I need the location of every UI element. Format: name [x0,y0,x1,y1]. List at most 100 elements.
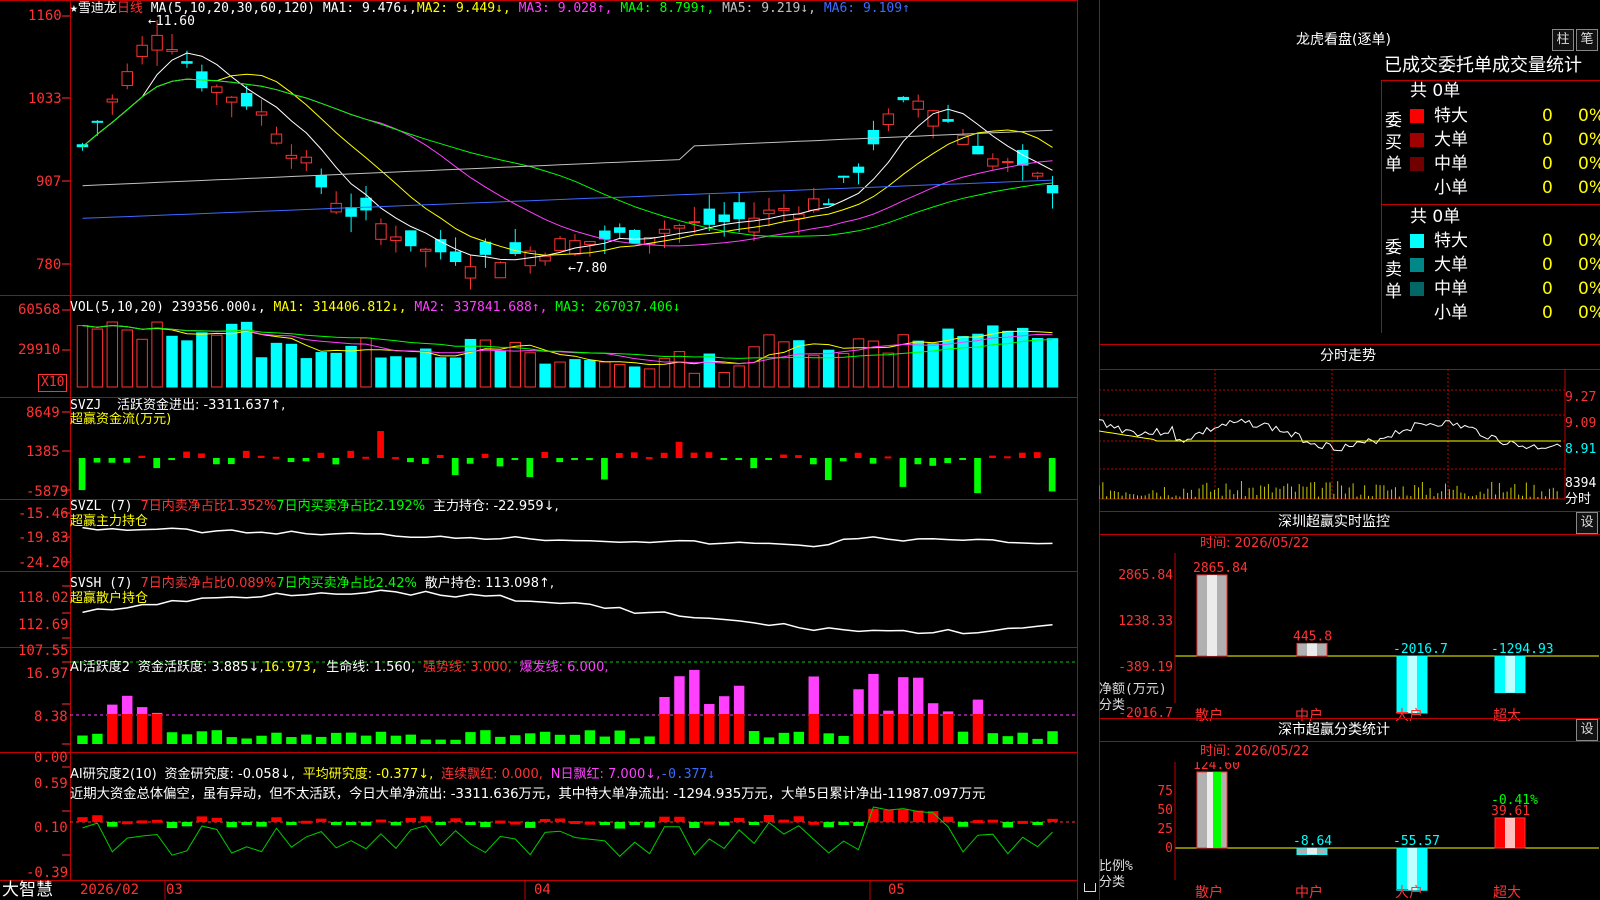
vol-bar [912,340,924,388]
ai2-bar [122,821,133,825]
ai1-bar [957,731,969,744]
ai2-bar [1047,818,1058,822]
vol-bar [121,329,133,388]
ai1-bar-top [912,677,924,714]
lock-icon[interactable] [1084,883,1096,892]
svzj-bar [839,458,847,462]
vol-ytick-2: 29910 [18,342,61,358]
intraday-chart[interactable] [1099,369,1600,509]
vol-bar [270,342,283,388]
candle-body [166,49,178,52]
ai2-bar [420,816,431,822]
ai1-bar [1047,731,1058,744]
vol-bar [628,366,641,388]
svzj-bar [93,458,101,463]
ai2-ytick-1: 0.59 [34,776,68,792]
period-label[interactable]: 日线 [117,1,143,16]
candle-body [211,86,223,93]
vol-bar [957,336,969,388]
y-axis-title: 净额(万元) [1099,682,1167,697]
candle-body [882,113,895,125]
svzj-bar [451,458,459,476]
bar-highlight-2 [1407,656,1417,713]
candle-body [106,98,119,103]
ai1-bar [569,734,581,744]
ai2-bar [241,822,252,825]
ai2-bar [674,816,685,822]
sc-bar-green-edge [1213,772,1221,848]
vol-bar [255,357,268,388]
sc-settings-button[interactable]: 设 [1576,719,1598,741]
vol-bar [1016,327,1029,388]
vol-bar [479,339,492,388]
x-axis-title: 分类 [1099,698,1125,713]
ai1-bar [136,714,148,744]
sc-top-label: -0.41% [1491,793,1538,808]
svzj-bar [795,455,802,458]
ai1-bar-top [151,712,163,714]
sz-net-bar-chart: 2865.84散户445.8中户-2016.7大户-1294.93超大2865.… [1099,553,1599,723]
ai2-bar [704,821,715,825]
bar-mode-button[interactable]: 柱 [1552,29,1574,51]
ma-line-5 [82,129,1053,187]
y-tick-0: 75 [1157,784,1173,799]
star-icon[interactable]: ★ [70,1,78,16]
xaxis-year: 2026/02 [80,882,140,898]
ai2-bar [823,822,834,828]
vol-bar [599,361,611,388]
ai1-bar [883,714,894,744]
vol-bar [897,334,910,388]
sz-settings-button[interactable]: 设 [1576,512,1598,534]
candle-body [479,241,492,255]
vol-bar [330,352,342,388]
svzj-bar [421,458,429,464]
svzl-ytick-2: -19.83 [18,530,69,546]
vol-bar [643,368,656,388]
candle-body [733,202,745,220]
svzj-bar [272,456,280,459]
candle-body [852,166,865,173]
category-label-3: 超大 [1493,885,1521,900]
ai2-bar [972,820,984,824]
candle-body [91,120,104,123]
svzj-bar [1018,452,1026,458]
svzj-bar [481,453,489,458]
svzj-bar [556,458,564,463]
candle-body [464,266,477,279]
ai1-bar [405,734,417,744]
ai1-header: AI活跃度2 资金活跃度: 3.885↓,16.973, 生命线: 1.560,… [70,660,609,675]
ai2-bar [659,816,670,822]
bar-highlight-1 [1307,643,1317,657]
vol-bar [285,343,298,388]
price-ytick-2: 1033 [28,91,62,107]
vol-bar [181,340,193,388]
tick-mode-button[interactable]: 笔 [1576,29,1598,51]
svzj-bar [198,453,205,458]
svzj-bar [854,452,862,458]
ai1-bar [151,714,163,744]
svzj-bar [466,458,474,464]
svzj-bar [183,451,190,458]
ai2-bar [256,822,267,827]
svsh-ytick-2: 112.69 [18,617,69,633]
vol-bar [136,338,148,388]
ai1-bar [793,731,805,744]
ai1-bar [181,734,193,744]
svzj-bar [720,458,728,460]
xaxis-month-03: 03 [166,882,183,898]
ai1-bar [912,714,924,744]
intraday-tick-5: 分时 [1565,492,1592,507]
vol-bar [405,357,417,388]
ai2-bar [435,822,446,825]
candle-body [181,61,193,64]
ai1-bar [390,735,402,744]
candle-body [449,251,462,263]
main-chart-area[interactable] [0,0,1078,900]
ai1-bar-top [689,669,700,714]
candle-body [539,255,551,262]
candle-body [509,242,521,254]
ai1-bar-top [122,695,133,714]
vol-bar [763,334,775,388]
candle-body [360,197,372,211]
candle-body [673,225,686,229]
